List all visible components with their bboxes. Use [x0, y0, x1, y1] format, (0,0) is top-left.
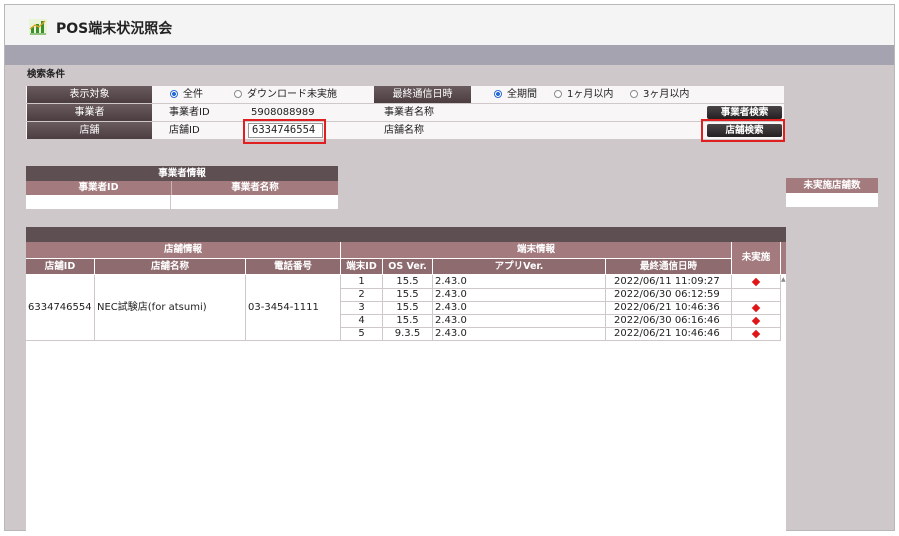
store-label: 店舗 [27, 122, 152, 139]
operator-info-col-name: 事業者名称 [171, 181, 338, 195]
col-last-comm: 最終通信日時 [606, 259, 731, 274]
grid-line [780, 275, 781, 340]
radio-all[interactable] [170, 90, 178, 98]
radio-not-downloaded-label: ダウンロード未実施 [247, 89, 337, 100]
row-divider [341, 288, 781, 289]
radio-all-period[interactable] [494, 90, 502, 98]
col-app-ver: アプリVer. [433, 259, 605, 274]
grid-line [94, 275, 95, 340]
operator-info-divider [170, 195, 171, 209]
terminal-id-cell: 2 [358, 289, 365, 300]
unimplemented-count-title: 未実施店舗数 [786, 178, 878, 193]
col-os-ver: OS Ver. [383, 259, 432, 274]
terminal-table: 店舗情報 端末情報 未実施 店舗ID 店舗名称 電話番号 端末ID OS Ver… [26, 227, 786, 531]
title-band [5, 45, 894, 65]
chart-logo-icon [29, 19, 47, 35]
os-ver-cell: 15.5 [396, 289, 419, 300]
col-store-name: 店舗名称 [95, 259, 245, 274]
target-label: 表示対象 [27, 86, 152, 103]
scroll-up-icon[interactable]: ▲ [781, 277, 786, 283]
terminal-id-cell: 1 [358, 276, 365, 287]
row-divider [341, 327, 781, 328]
app-header: POS端末状況照会 [5, 5, 894, 45]
unimplemented-count-value [786, 193, 878, 207]
unimplemented-diamond-icon [751, 329, 761, 339]
radio-1-month[interactable] [554, 90, 562, 98]
row-divider [341, 301, 781, 302]
operator-info-row [26, 195, 338, 209]
store-search-highlight [701, 119, 785, 142]
app-ver-cell: 2.43.0 [435, 289, 467, 300]
app-ver-cell: 2.43.0 [435, 315, 467, 326]
radio-3-months[interactable] [630, 90, 638, 98]
last-comm-cell: 2022/06/21 10:46:36 [614, 302, 720, 313]
last-comm-cell: 2022/06/21 10:46:46 [614, 328, 720, 339]
store-id-cell: 6334746554 [28, 302, 92, 313]
grid-line [245, 275, 246, 340]
terminal-id-cell: 5 [358, 328, 365, 339]
grid-line [731, 275, 732, 340]
operator-name-label: 事業者名称 [384, 107, 434, 118]
os-ver-cell: 9.3.5 [394, 328, 421, 339]
col-store-id: 店舗ID [26, 259, 94, 274]
unimplemented-diamond-icon [751, 277, 761, 287]
app-ver-cell: 2.43.0 [435, 328, 467, 339]
app-ver-cell: 2.43.0 [435, 302, 467, 313]
last-comm-cell: 2022/06/30 06:16:46 [614, 315, 720, 326]
col-terminal-id: 端末ID [341, 259, 382, 274]
radio-1-month-label: 1ヶ月以内 [567, 89, 614, 100]
grid-line [432, 275, 433, 340]
search-row-operator: 事業者 事業者ID 5908088989 事業者名称 事業者検索 [26, 104, 784, 121]
radio-all-period-label: 全期間 [507, 89, 537, 100]
operator-info-col-id: 事業者ID [26, 181, 171, 195]
radio-all-label: 全件 [183, 89, 203, 100]
search-row-store: 店舗 店舗ID 6334746554 店舗名称 店舗検索 [26, 122, 784, 139]
search-row-target: 表示対象 全件 ダウンロード未実施 最終通信日時 全期間 1ヶ月以内 3ヶ月以内 [26, 86, 784, 103]
page-title: POS端末状況照会 [56, 21, 173, 37]
grid-line [26, 340, 781, 341]
app-ver-cell: 2.43.0 [435, 276, 467, 287]
terminal-table-topbar [26, 227, 786, 242]
terminal-id-cell: 3 [358, 302, 365, 313]
store-info-group-header: 店舗情報 [26, 242, 340, 258]
store-id-highlight [243, 119, 326, 144]
last-comm-label: 最終通信日時 [374, 86, 471, 103]
unimplemented-diamond-icon [751, 303, 761, 313]
last-comm-cell: 2022/06/30 06:12:59 [614, 289, 720, 300]
os-ver-cell: 15.5 [396, 276, 419, 287]
operator-label: 事業者 [27, 104, 152, 121]
operator-info-title: 事業者情報 [26, 166, 338, 181]
phone-cell: 03-3454-1111 [248, 302, 319, 313]
os-ver-cell: 15.5 [396, 302, 419, 313]
search-section-label: 検索条件 [27, 69, 66, 80]
operator-id-label: 事業者ID [169, 107, 210, 118]
scroll-gutter-header [781, 242, 786, 274]
grid-line [605, 275, 606, 340]
unimplemented-diamond-icon [751, 316, 761, 326]
radio-not-downloaded[interactable] [234, 90, 242, 98]
terminal-info-group-header: 端末情報 [341, 242, 731, 258]
unimplemented-header: 未実施 [732, 242, 780, 274]
store-id-label: 店舗ID [169, 125, 200, 136]
last-comm-cell: 2022/06/11 11:09:27 [614, 276, 720, 287]
terminal-id-cell: 4 [358, 315, 365, 326]
radio-3-months-label: 3ヶ月以内 [643, 89, 690, 100]
operator-search-button[interactable]: 事業者検索 [707, 106, 782, 119]
row-divider [341, 314, 781, 315]
os-ver-cell: 15.5 [396, 315, 419, 326]
store-name-cell: NEC試験店(for atsumi) [97, 302, 207, 313]
store-name-label: 店舗名称 [384, 125, 424, 136]
col-phone: 電話番号 [246, 259, 340, 274]
